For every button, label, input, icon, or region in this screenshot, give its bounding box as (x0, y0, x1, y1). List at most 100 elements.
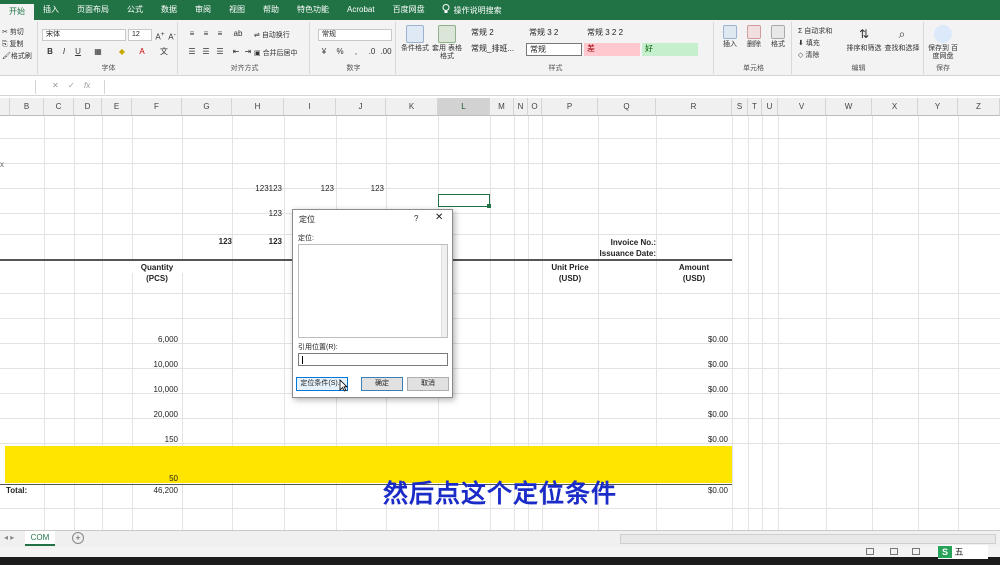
clear-button[interactable]: ◇ 清除 (798, 50, 819, 60)
normal-view-icon[interactable] (866, 548, 874, 555)
worksheet-grid[interactable]: B C D E F G H I J K L M N O P Q R S T U … (0, 98, 1000, 530)
column-header-w[interactable]: W (826, 98, 872, 116)
ime-indicator[interactable]: S 五 (938, 545, 988, 559)
horizontal-scrollbar[interactable] (620, 534, 996, 544)
column-header-f[interactable]: F (132, 98, 182, 116)
tab-baidu-netdisk[interactable]: 百度网盘 (384, 0, 434, 20)
column-header-s[interactable]: S (732, 98, 748, 116)
tab-insert[interactable]: 插入 (34, 0, 68, 20)
conditional-format-button[interactable]: 条件格式 (400, 25, 430, 53)
align-center-icon[interactable]: ☰ (200, 46, 212, 58)
style-good[interactable]: 好 (642, 43, 698, 56)
function-icon[interactable]: fx (84, 81, 90, 90)
underline-icon[interactable]: U (72, 46, 84, 58)
column-header-j[interactable]: J (336, 98, 386, 116)
dialog-help-button[interactable]: ? (414, 214, 418, 223)
column-header-t[interactable]: T (748, 98, 762, 116)
column-header-o[interactable]: O (528, 98, 542, 116)
tab-home[interactable]: 开始 (0, 4, 34, 20)
style-normal-2[interactable]: 常规 2 (468, 27, 524, 40)
find-select-button[interactable]: ⌕ 查找和选择 (882, 25, 922, 53)
formula-input[interactable] (104, 80, 996, 94)
italic-icon[interactable]: I (58, 46, 70, 58)
font-color-icon[interactable]: A (136, 46, 148, 58)
column-header-h[interactable]: H (232, 98, 284, 116)
orientation-icon[interactable]: ab (232, 28, 244, 40)
style-bad[interactable]: 差 (584, 43, 640, 56)
wrap-text-button[interactable]: ⇌ 自动换行 (254, 30, 290, 40)
align-left-icon[interactable]: ☰ (186, 46, 198, 58)
decrease-decimal-icon[interactable]: .00 (380, 46, 392, 58)
format-as-table-button[interactable]: 套用 表格格式 (432, 25, 462, 61)
cut-button[interactable]: ✂ 剪切 (2, 27, 24, 37)
tab-review[interactable]: 审阅 (186, 0, 220, 20)
style-normal[interactable]: 常规 (526, 43, 582, 56)
column-header-x[interactable]: X (872, 98, 918, 116)
format-painter-button[interactable]: 🖌格式刷 (2, 51, 32, 61)
sheet-nav-icon[interactable]: ◂ ▸ (4, 533, 14, 542)
column-header-z[interactable]: Z (958, 98, 1000, 116)
comma-icon[interactable]: , (350, 46, 362, 58)
name-box[interactable] (0, 80, 36, 94)
tab-special-features[interactable]: 特色功能 (288, 0, 338, 20)
tab-page-layout[interactable]: 页面布局 (68, 0, 118, 20)
increase-indent-icon[interactable]: ⇥ (242, 46, 254, 58)
align-top-icon[interactable]: ≡ (186, 28, 198, 40)
column-header-p[interactable]: P (542, 98, 598, 116)
page-layout-icon[interactable] (890, 548, 898, 555)
currency-icon[interactable]: ¥ (318, 46, 330, 58)
number-format-select[interactable]: 常规 (318, 29, 392, 41)
column-header-m[interactable]: M (490, 98, 514, 116)
listbox-scrollbar[interactable] (441, 245, 447, 337)
increase-decimal-icon[interactable]: .0 (366, 46, 378, 58)
fill-handle[interactable] (487, 204, 491, 208)
percent-icon[interactable]: % (334, 46, 346, 58)
column-header-q[interactable]: Q (598, 98, 656, 116)
column-header-i[interactable]: I (284, 98, 336, 116)
tab-data[interactable]: 数据 (152, 0, 186, 20)
active-cell[interactable] (438, 194, 490, 207)
confirm-entry-icon[interactable]: ✓ (68, 81, 75, 90)
column-header-c[interactable]: C (44, 98, 74, 116)
style-normal-schedule[interactable]: 常规_排班... (468, 43, 524, 56)
font-size-select[interactable]: 12 (128, 29, 152, 41)
column-header-y[interactable]: Y (918, 98, 958, 116)
add-sheet-icon[interactable]: + (72, 532, 84, 544)
sheet-tab-com[interactable]: COM (25, 531, 55, 546)
increase-font-icon[interactable]: A+ (154, 29, 166, 42)
column-header-v[interactable]: V (778, 98, 826, 116)
align-middle-icon[interactable]: ≡ (200, 28, 212, 40)
align-right-icon[interactable]: ☰ (214, 46, 226, 58)
column-header-r[interactable]: R (656, 98, 732, 116)
dialog-close-icon[interactable]: ✕ (435, 212, 443, 223)
style-normal-3-2[interactable]: 常规 3 2 (526, 27, 582, 40)
select-all-corner[interactable] (0, 98, 10, 116)
column-header-k[interactable]: K (386, 98, 438, 116)
column-header-e[interactable]: E (102, 98, 132, 116)
column-header-n[interactable]: N (514, 98, 528, 116)
align-bottom-icon[interactable]: ≡ (214, 28, 226, 40)
page-break-icon[interactable] (912, 548, 920, 555)
copy-button[interactable]: ⎘ 复制 (2, 39, 24, 49)
column-header-l[interactable]: L (438, 98, 490, 116)
fill-color-icon[interactable]: ◆ (116, 46, 128, 58)
format-cells-button[interactable]: 格式 (766, 25, 790, 49)
cancel-entry-icon[interactable]: ✕ (52, 81, 59, 90)
goto-listbox[interactable] (298, 244, 448, 338)
insert-cells-button[interactable]: 插入 (718, 25, 742, 49)
phonetic-icon[interactable]: 文 (158, 46, 170, 58)
tab-help[interactable]: 帮助 (254, 0, 288, 20)
reference-input[interactable] (298, 353, 448, 366)
delete-cells-button[interactable]: 删除 (742, 25, 766, 49)
decrease-font-icon[interactable]: A- (166, 29, 178, 42)
merge-center-button[interactable]: ▣ 合并后居中 (254, 48, 298, 58)
sort-filter-button[interactable]: ⇅ 排序和筛选 (844, 25, 884, 53)
save-to-baidu-button[interactable]: 保存到 百度网盘 (926, 25, 960, 61)
cancel-button[interactable]: 取消 (407, 377, 449, 391)
autosum-button[interactable]: Σ 自动求和 (798, 26, 832, 36)
tab-acrobat[interactable]: Acrobat (338, 0, 384, 20)
border-icon[interactable]: ▦ (92, 46, 104, 58)
tab-formulas[interactable]: 公式 (118, 0, 152, 20)
decrease-indent-icon[interactable]: ⇤ (230, 46, 242, 58)
bold-icon[interactable]: B (44, 46, 56, 58)
